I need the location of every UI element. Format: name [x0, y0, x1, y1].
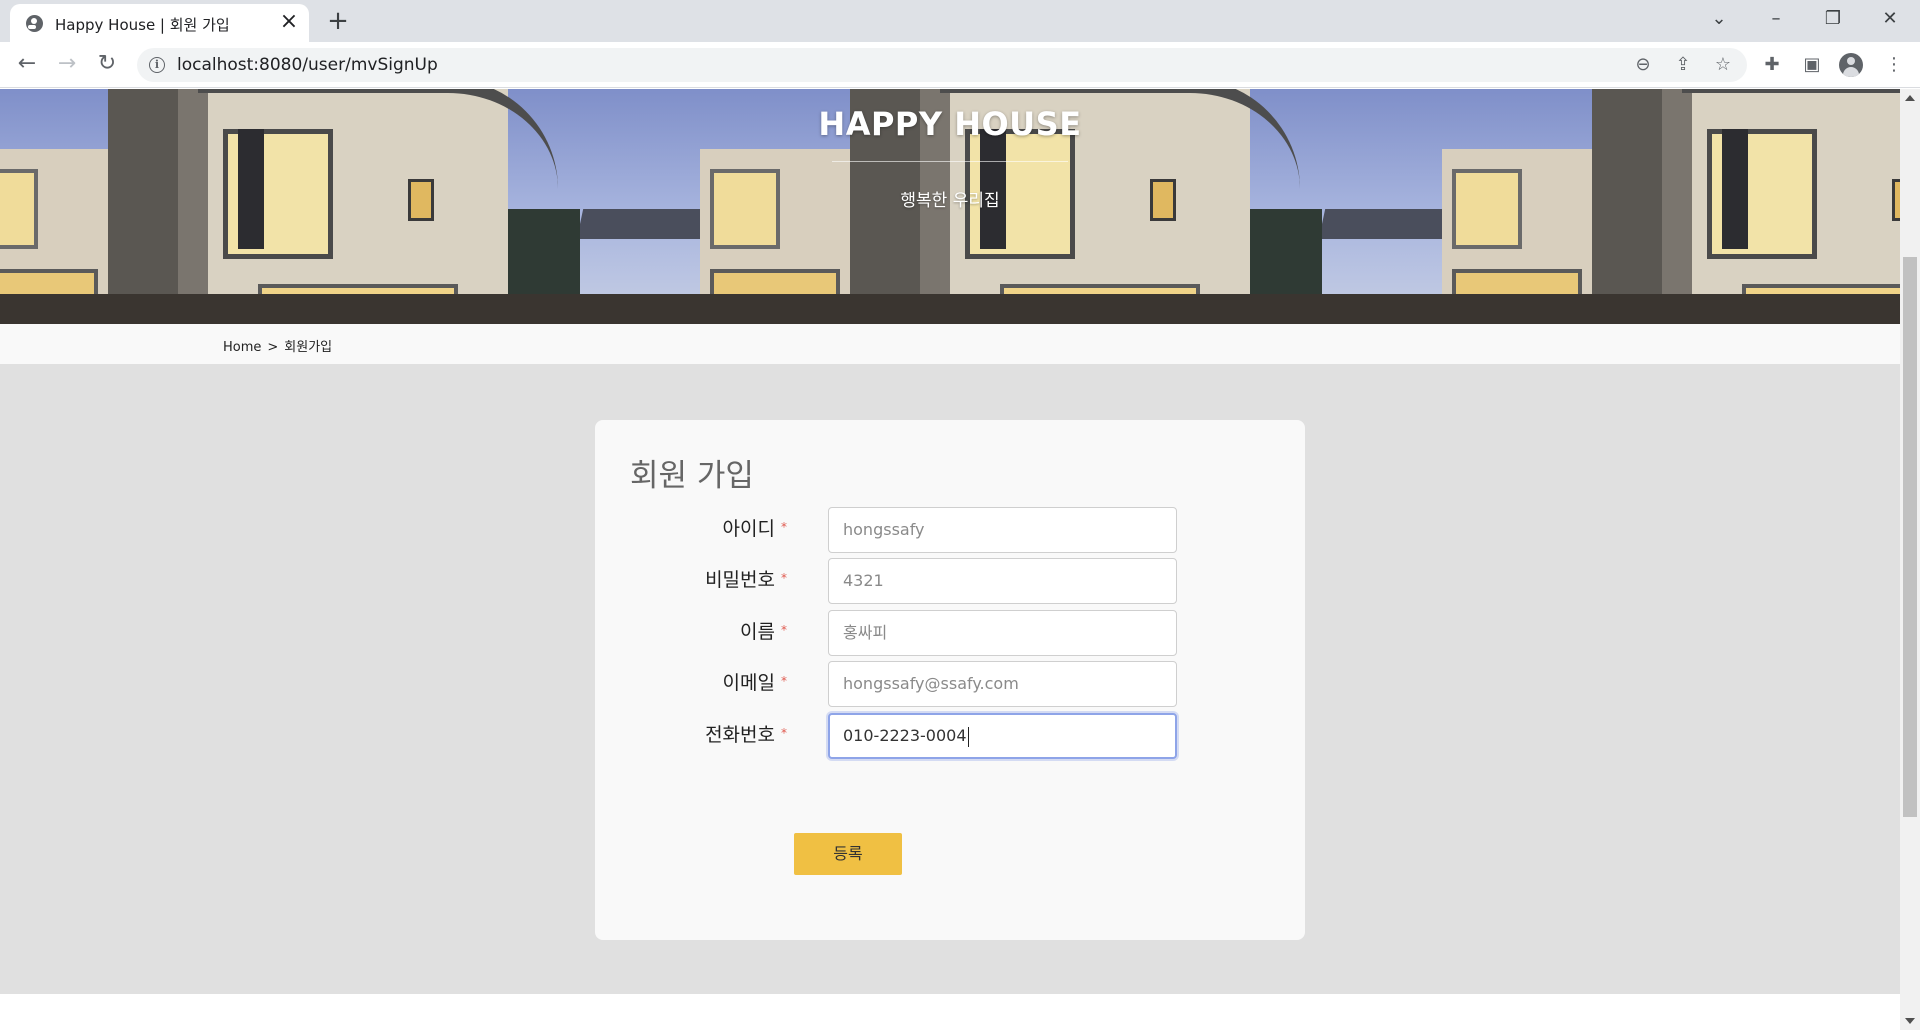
forward-icon[interactable]: →	[52, 49, 82, 79]
restore-icon[interactable]: ❐	[1813, 4, 1853, 34]
menu-dots-icon[interactable]: ⋮	[1880, 51, 1908, 79]
required-mark: *	[781, 726, 787, 740]
password-field[interactable]: 4321	[828, 558, 1177, 604]
browser-tab[interactable]: Happy House | 회원 가입 ×	[10, 4, 309, 42]
text-caret	[967, 726, 969, 747]
phone-field-value: 010-2223-0004	[843, 726, 967, 745]
signup-card: 회원 가입 아이디 * hongssafy 비밀번호 * 4321 이름 * 홍…	[595, 420, 1305, 940]
close-icon[interactable]: ✕	[1870, 4, 1910, 34]
password-label: 비밀번호	[705, 569, 775, 591]
scroll-up-icon[interactable]	[1905, 95, 1915, 101]
tab-close-icon[interactable]: ×	[278, 11, 300, 33]
required-mark: *	[781, 674, 787, 688]
profile-avatar-icon[interactable]	[1839, 53, 1863, 77]
page-viewport: HAPPY HOUSE 행복한 우리집 Home > 회원가입 회원 가입 아이디 …	[0, 89, 1900, 1030]
footer	[0, 994, 1900, 1030]
title-divider	[832, 161, 1068, 162]
submit-button[interactable]: 등록	[794, 833, 902, 875]
address-bar[interactable]: i localhost:8080/user/mvSignUp ⊖ ⇪ ☆	[137, 48, 1747, 82]
vertical-scrollbar[interactable]	[1900, 89, 1920, 1030]
username-label: 아이디	[722, 518, 775, 540]
url-text[interactable]: localhost:8080/user/mvSignUp	[177, 55, 438, 75]
breadcrumb-current: 회원가입	[284, 340, 333, 355]
browser-tab-strip: Happy House | 회원 가입 × + ⌄ – ❐ ✕	[0, 0, 1920, 42]
phone-field[interactable]: 010-2223-0004	[828, 713, 1177, 759]
name-field[interactable]: 홍싸피	[828, 610, 1177, 656]
required-mark: *	[781, 623, 787, 637]
scroll-down-icon[interactable]	[1905, 1018, 1915, 1024]
breadcrumb-separator: >	[267, 340, 279, 355]
site-subtitle: 행복한 우리집	[900, 191, 1000, 211]
name-label: 이름	[740, 621, 775, 643]
phone-label: 전화번호	[705, 724, 775, 746]
extensions-icon[interactable]: ✚	[1758, 51, 1786, 79]
scroll-thumb[interactable]	[1903, 257, 1917, 817]
email-label: 이메일	[722, 672, 775, 694]
site-info-icon[interactable]: i	[149, 57, 165, 73]
star-icon[interactable]: ☆	[1711, 53, 1735, 77]
side-panel-icon[interactable]: ▣	[1798, 51, 1826, 79]
main-content: 회원 가입 아이디 * hongssafy 비밀번호 * 4321 이름 * 홍…	[0, 364, 1900, 994]
browser-toolbar: ← → ↻ i localhost:8080/user/mvSignUp ⊖ ⇪…	[0, 42, 1920, 88]
required-mark: *	[781, 571, 787, 585]
chevron-down-icon[interactable]: ⌄	[1699, 4, 1739, 34]
site-title[interactable]: HAPPY HOUSE	[0, 105, 1900, 143]
username-field[interactable]: hongssafy	[828, 507, 1177, 553]
share-icon[interactable]: ⇪	[1671, 53, 1695, 77]
new-tab-icon[interactable]: +	[323, 6, 353, 36]
hero-banner: HAPPY HOUSE 행복한 우리집	[0, 89, 1900, 324]
email-field[interactable]: hongssafy@ssafy.com	[828, 661, 1177, 707]
zoom-out-icon[interactable]: ⊖	[1631, 53, 1655, 77]
breadcrumb-home-link[interactable]: Home	[223, 340, 261, 355]
tab-title: Happy House | 회원 가입	[55, 16, 230, 34]
globe-icon	[26, 15, 43, 32]
required-mark: *	[781, 520, 787, 534]
breadcrumb: Home > 회원가입	[0, 324, 1900, 364]
back-icon[interactable]: ←	[12, 49, 42, 79]
page-title: 회원 가입	[630, 458, 754, 494]
reload-icon[interactable]: ↻	[92, 49, 122, 79]
minimize-icon[interactable]: –	[1756, 4, 1796, 34]
